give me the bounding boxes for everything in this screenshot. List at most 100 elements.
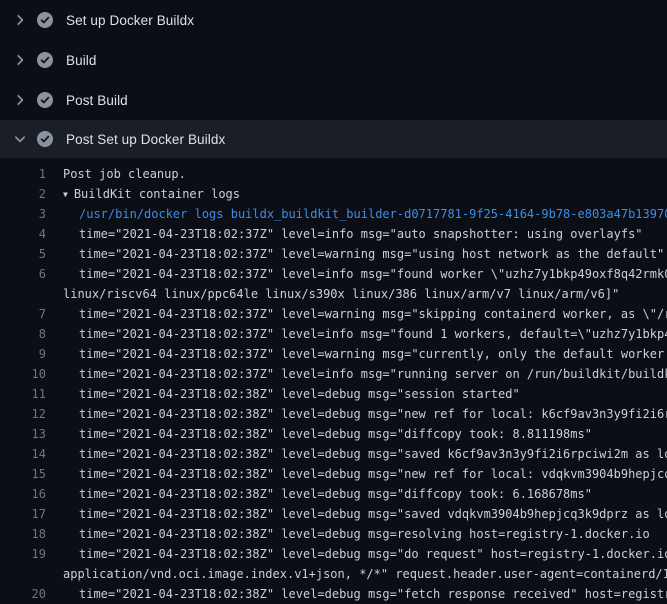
log-line: 6 time="2021-04-23T18:02:37Z" level=info… <box>0 264 667 284</box>
log-line-number[interactable]: 9 <box>0 344 46 364</box>
log-line-body: time="2021-04-23T18:02:37Z" level=info m… <box>79 264 667 284</box>
log-line-text: BuildKit container logs <box>74 187 240 201</box>
log-line-text: time="2021-04-23T18:02:37Z" level=info m… <box>79 367 667 381</box>
log-line: 13 time="2021-04-23T18:02:38Z" level=deb… <box>0 424 667 444</box>
log-line-text: time="2021-04-23T18:02:38Z" level=debug … <box>79 407 667 421</box>
log-line: 9 time="2021-04-23T18:02:37Z" level=warn… <box>0 344 667 364</box>
check-success-icon <box>37 131 53 147</box>
log-line-number[interactable]: 1 <box>0 164 46 184</box>
step-label: Post Build <box>66 93 128 108</box>
log-line: 18 time="2021-04-23T18:02:38Z" level=deb… <box>0 524 667 544</box>
check-success-icon <box>37 92 53 108</box>
log-line-number[interactable]: 2 <box>0 184 46 204</box>
log-line-body: linux/riscv64 linux/ppc64le linux/s390x … <box>63 284 619 304</box>
log-line-text: time="2021-04-23T18:02:38Z" level=debug … <box>79 427 592 441</box>
step-header-post-build[interactable]: Post Build <box>0 80 667 120</box>
log-line-text: time="2021-04-23T18:02:37Z" level=info m… <box>79 327 667 341</box>
log-line-body: time="2021-04-23T18:02:37Z" level=info m… <box>79 224 643 244</box>
check-success-icon <box>37 12 53 28</box>
log-line-body: time="2021-04-23T18:02:38Z" level=debug … <box>79 524 650 544</box>
step-header-post-set-up-docker-buildx[interactable]: Post Set up Docker Buildx <box>0 120 667 158</box>
log-line: 16 time="2021-04-23T18:02:38Z" level=deb… <box>0 484 667 504</box>
log-line-body: time="2021-04-23T18:02:37Z" level=info m… <box>79 364 667 384</box>
log-line-number[interactable]: 11 <box>0 384 46 404</box>
log-line: 5 time="2021-04-23T18:02:37Z" level=warn… <box>0 244 667 264</box>
log-line-number[interactable] <box>0 564 46 584</box>
log-line-number[interactable]: 5 <box>0 244 46 264</box>
log-line: linux/riscv64 linux/ppc64le linux/s390x … <box>0 284 667 304</box>
log-line-number[interactable]: 14 <box>0 444 46 464</box>
log-line-number[interactable]: 4 <box>0 224 46 244</box>
log-line-body: time="2021-04-23T18:02:37Z" level=warnin… <box>79 344 667 364</box>
log-line: 12 time="2021-04-23T18:02:38Z" level=deb… <box>0 404 667 424</box>
log-line-text: time="2021-04-23T18:02:37Z" level=warnin… <box>79 247 664 261</box>
log-line-number[interactable]: 6 <box>0 264 46 284</box>
log-line-number[interactable]: 12 <box>0 404 46 424</box>
log-line-body: time="2021-04-23T18:02:38Z" level=debug … <box>79 504 667 524</box>
steps-list: Set up Docker Buildx Build Post Build <box>0 0 667 158</box>
step-label: Build <box>66 53 97 68</box>
log-line: 14 time="2021-04-23T18:02:38Z" level=deb… <box>0 444 667 464</box>
log-line-number[interactable] <box>0 284 46 304</box>
log-line-number[interactable]: 18 <box>0 524 46 544</box>
log-line-number[interactable]: 7 <box>0 304 46 324</box>
log-line-body: time="2021-04-23T18:02:38Z" level=debug … <box>79 404 667 424</box>
step-header-build[interactable]: Build <box>0 40 667 80</box>
log-line: 1 Post job cleanup. <box>0 164 667 184</box>
chevron-down-icon <box>12 131 28 147</box>
log-line-text: application/vnd.oci.image.index.v1+json,… <box>63 567 667 581</box>
chevron-right-icon <box>12 12 28 28</box>
log-line-text: time="2021-04-23T18:02:38Z" level=debug … <box>79 447 667 461</box>
log-line-number[interactable]: 8 <box>0 324 46 344</box>
log-line-number[interactable]: 17 <box>0 504 46 524</box>
log-line-body: Post job cleanup. <box>63 164 186 184</box>
log-line-text: time="2021-04-23T18:02:38Z" level=debug … <box>79 547 667 561</box>
log-line-text: time="2021-04-23T18:02:37Z" level=info m… <box>79 227 643 241</box>
log-line: 11 time="2021-04-23T18:02:38Z" level=deb… <box>0 384 667 404</box>
log-line-text: time="2021-04-23T18:02:38Z" level=debug … <box>79 467 667 481</box>
chevron-right-icon <box>12 92 28 108</box>
log-line-number[interactable]: 3 <box>0 204 46 224</box>
log-lines: 1 Post job cleanup. 2 ▼ BuildKit containe… <box>0 158 667 604</box>
log-line-body: time="2021-04-23T18:02:38Z" level=debug … <box>79 484 592 504</box>
step-label: Post Set up Docker Buildx <box>66 132 225 147</box>
log-line-text: time="2021-04-23T18:02:37Z" level=info m… <box>79 267 667 281</box>
log-line-text: Post job cleanup. <box>63 167 186 181</box>
log-line-body: time="2021-04-23T18:02:38Z" level=debug … <box>79 544 667 564</box>
log-line-text: time="2021-04-23T18:02:38Z" level=debug … <box>79 387 520 401</box>
log-line: 20 time="2021-04-23T18:02:38Z" level=deb… <box>0 584 667 604</box>
log-line-text: time="2021-04-23T18:02:38Z" level=debug … <box>79 527 650 541</box>
log-line: 15 time="2021-04-23T18:02:38Z" level=deb… <box>0 464 667 484</box>
step-label: Set up Docker Buildx <box>66 13 194 28</box>
log-line: 8 time="2021-04-23T18:02:37Z" level=info… <box>0 324 667 344</box>
log-line-text: time="2021-04-23T18:02:38Z" level=debug … <box>79 507 667 521</box>
step-header-set-up-docker-buildx[interactable]: Set up Docker Buildx <box>0 0 667 40</box>
log-line: 7 time="2021-04-23T18:02:37Z" level=warn… <box>0 304 667 324</box>
log-line: 3 /usr/bin/docker logs buildx_buildkit_b… <box>0 204 667 224</box>
chevron-right-icon <box>12 52 28 68</box>
log-line-number[interactable]: 19 <box>0 544 46 564</box>
group-toggle-icon[interactable]: ▼ <box>63 185 68 204</box>
log-line-number[interactable]: 16 <box>0 484 46 504</box>
log-line-number[interactable]: 10 <box>0 364 46 384</box>
log-line: 19 time="2021-04-23T18:02:38Z" level=deb… <box>0 544 667 564</box>
log-line-body: time="2021-04-23T18:02:38Z" level=debug … <box>79 424 592 444</box>
log-line: 2 ▼ BuildKit container logs <box>0 184 667 204</box>
log-line: 10 time="2021-04-23T18:02:37Z" level=inf… <box>0 364 667 384</box>
workflow-log-viewer: Set up Docker Buildx Build Post Build <box>0 0 667 604</box>
log-line-text: time="2021-04-23T18:02:38Z" level=debug … <box>79 487 592 501</box>
log-line-text: linux/riscv64 linux/ppc64le linux/s390x … <box>63 287 619 301</box>
log-line-number[interactable]: 15 <box>0 464 46 484</box>
log-line-body: time="2021-04-23T18:02:37Z" level=warnin… <box>79 244 664 264</box>
log-line-text: /usr/bin/docker logs buildx_buildkit_bui… <box>79 207 667 221</box>
log-line: application/vnd.oci.image.index.v1+json,… <box>0 564 667 584</box>
log-line-number[interactable]: 20 <box>0 584 46 604</box>
log-line-number[interactable]: 13 <box>0 424 46 444</box>
log-line-body: application/vnd.oci.image.index.v1+json,… <box>63 564 667 584</box>
log-line-body: time="2021-04-23T18:02:38Z" level=debug … <box>79 444 667 464</box>
log-line: 4 time="2021-04-23T18:02:37Z" level=info… <box>0 224 667 244</box>
log-line-text: time="2021-04-23T18:02:38Z" level=debug … <box>79 587 667 601</box>
log-line-body: time="2021-04-23T18:02:37Z" level=warnin… <box>79 304 667 324</box>
log-line-text: time="2021-04-23T18:02:37Z" level=warnin… <box>79 347 667 361</box>
log-line-text: time="2021-04-23T18:02:37Z" level=warnin… <box>79 307 667 321</box>
